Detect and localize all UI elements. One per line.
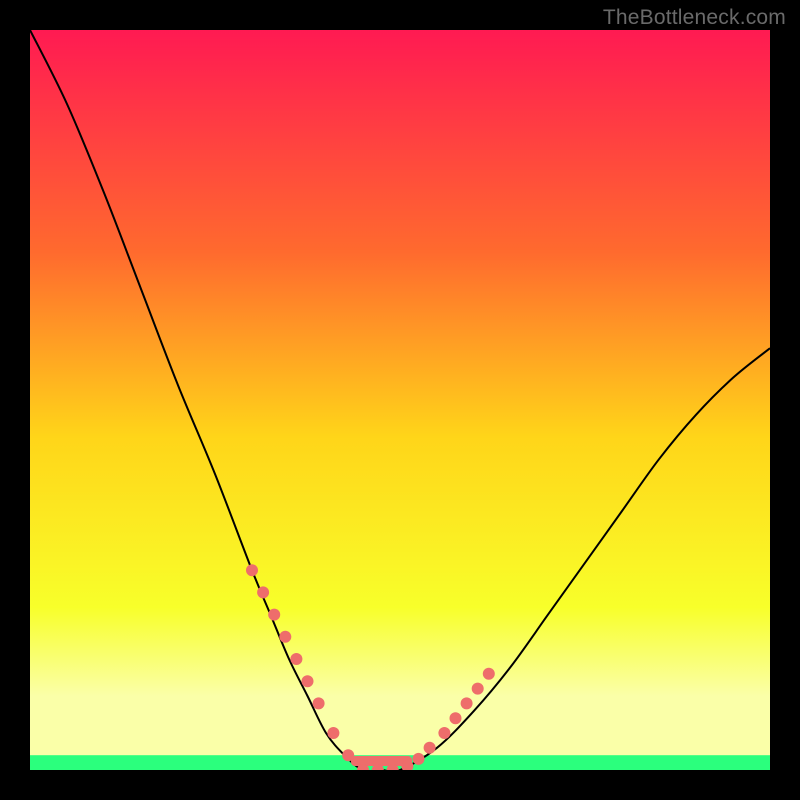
curve-marker xyxy=(483,668,495,680)
curve-marker xyxy=(302,675,314,687)
curve-marker xyxy=(472,683,484,695)
gradient-background xyxy=(30,30,770,770)
curve-marker xyxy=(413,753,425,765)
curve-marker xyxy=(461,697,473,709)
curve-marker xyxy=(424,742,436,754)
curve-marker xyxy=(257,586,269,598)
watermark-text: TheBottleneck.com xyxy=(603,6,786,30)
curve-marker xyxy=(342,749,354,761)
curve-marker xyxy=(246,564,258,576)
chart-frame xyxy=(30,30,770,770)
curve-marker xyxy=(290,653,302,665)
curve-marker xyxy=(279,631,291,643)
curve-marker xyxy=(438,727,450,739)
curve-marker xyxy=(327,727,339,739)
curve-marker xyxy=(450,712,462,724)
bottleneck-chart xyxy=(30,30,770,770)
curve-marker xyxy=(268,609,280,621)
curve-marker xyxy=(313,697,325,709)
